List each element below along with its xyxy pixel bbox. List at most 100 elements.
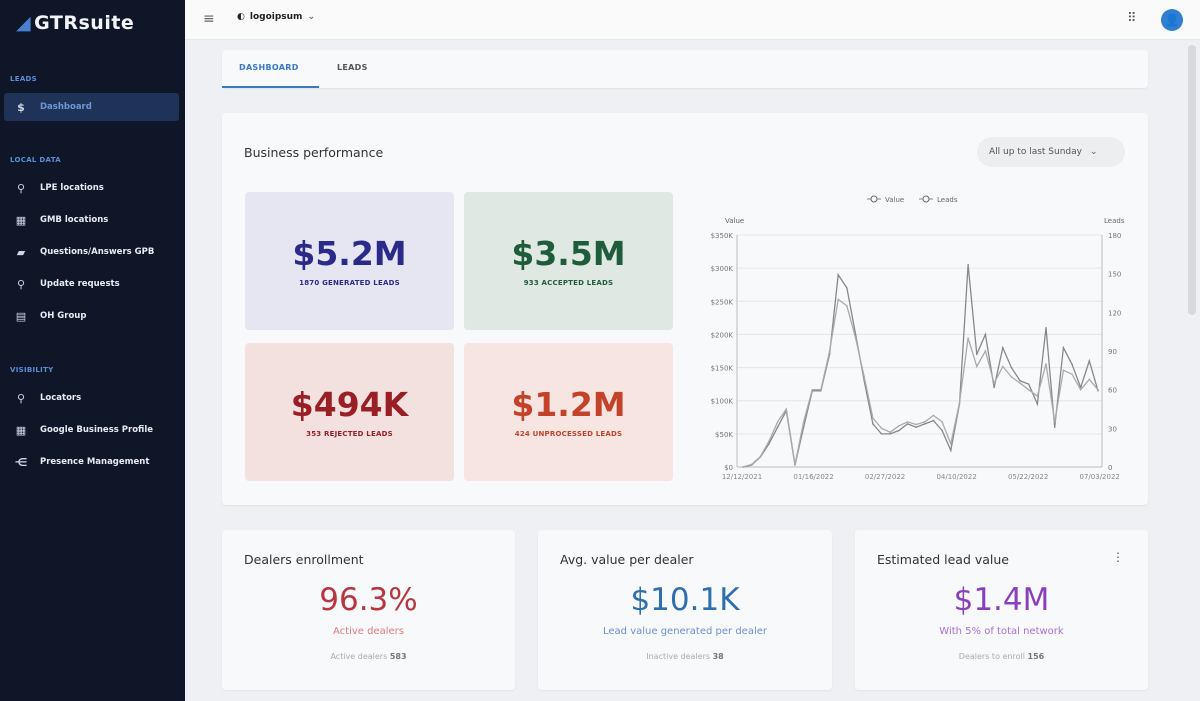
data-point	[898, 429, 900, 432]
series-line-value	[742, 264, 1099, 468]
card-subtitle: With 5% of total network	[939, 626, 1064, 637]
data-point	[759, 455, 762, 458]
y2-tick-label: 90	[1108, 348, 1117, 356]
card-footer: Inactive dealers 38	[538, 652, 832, 661]
data-point	[802, 421, 805, 423]
data-point	[1097, 388, 1099, 391]
data-point	[820, 388, 822, 391]
dealers-enrollment-card: Dealers enrollment 96.3% Active dealers …	[222, 530, 515, 690]
footer-value: 156	[1027, 652, 1045, 661]
sidebar-item-locators[interactable]: ⚲ Locators	[4, 384, 179, 412]
y2-tick-label: 60	[1108, 387, 1117, 395]
sidebar-item-questions-answers[interactable]: ▰ Questions/Answers GPB	[4, 238, 179, 266]
tab-leads[interactable]: LEADS	[337, 63, 368, 72]
y2-tick-label: 0	[1108, 464, 1112, 472]
x-tick-label: 07/03/2022	[1080, 473, 1120, 481]
scrollbar[interactable]	[1188, 45, 1196, 315]
card-title: Avg. value per dealer	[560, 552, 694, 567]
data-point	[967, 264, 969, 266]
data-point	[915, 426, 917, 429]
estimated-lead-value-card: Estimated lead value ⋮ $1.4M With 5% of …	[855, 530, 1148, 690]
data-point	[1053, 426, 1056, 429]
kpi-label: 353 REJECTED LEADS	[306, 430, 393, 438]
data-point	[941, 429, 943, 432]
y2-tick-label: 30	[1108, 425, 1117, 433]
data-point	[984, 350, 987, 352]
data-point	[828, 350, 831, 352]
footer-label: Active dealers	[330, 652, 388, 661]
y-tick-label: $350K	[711, 232, 734, 240]
section-leads: LEADS	[10, 75, 38, 83]
sidebar-item-update-requests[interactable]: ⚲ Update requests	[4, 270, 179, 298]
pin-icon: ⚲	[16, 181, 26, 195]
menu-icon[interactable]: ≡	[203, 11, 215, 27]
data-point	[906, 423, 909, 425]
period-dropdown[interactable]: All up to last Sunday ⌄	[977, 137, 1125, 167]
data-point	[846, 305, 848, 307]
sidebar-item-lpe-locations[interactable]: ⚲ LPE locations	[4, 174, 179, 202]
x-tick-label: 04/10/2022	[936, 473, 976, 481]
avatar[interactable]: 👤	[1161, 9, 1183, 31]
x-tick-label: 12/12/2021	[722, 473, 762, 481]
y-tick-label: $50K	[715, 431, 733, 439]
data-point	[1062, 346, 1065, 349]
tree-icon: ⋲	[14, 455, 28, 469]
data-point	[811, 388, 814, 391]
kpi-value: $494K	[290, 385, 409, 424]
org-logo-icon: ◐	[237, 12, 245, 22]
x-tick-label: 01/16/2022	[793, 473, 833, 481]
top-bar: ≡ ◐ logoipsum ⌄ ⠿ 👤	[185, 0, 1200, 40]
kpi-label: 933 ACCEPTED LEADS	[523, 279, 614, 287]
apps-grid-icon[interactable]: ⠿	[1127, 11, 1137, 26]
more-options-icon[interactable]: ⋮	[1112, 550, 1124, 564]
data-point	[1019, 380, 1021, 382]
data-point	[872, 417, 874, 419]
data-point	[1071, 363, 1073, 366]
x-tick-label: 05/22/2022	[1008, 473, 1048, 481]
kpi-value: $1.2M	[511, 385, 626, 424]
org-selector[interactable]: ◐ logoipsum ⌄	[237, 12, 315, 22]
data-point	[924, 421, 926, 423]
sidebar-item-oh-group[interactable]: ▤ OH Group	[4, 302, 179, 330]
card-subtitle: Lead value generated per dealer	[603, 626, 767, 637]
brand-name: GTRsuite	[34, 12, 135, 34]
footer-value: 583	[389, 652, 407, 661]
sidebar-item-dashboard[interactable]: $ Dashboard	[4, 93, 179, 121]
footer-label: Dealers to enroll	[958, 652, 1025, 661]
y2-tick-label: 150	[1108, 271, 1121, 279]
data-point	[776, 421, 779, 423]
store-icon: ▦	[15, 213, 27, 227]
data-point	[1010, 375, 1013, 378]
data-point	[794, 463, 796, 466]
data-point	[1036, 395, 1039, 397]
card-subtitle: Active dealers	[333, 626, 404, 637]
store-icon: ▦	[15, 423, 27, 437]
card-value: $10.1K	[630, 582, 740, 618]
data-point	[941, 421, 943, 423]
data-point	[837, 298, 840, 301]
performance-line-chart: $0 $50K $100K $150K $200K $250K $300K $350K 0 30 6…	[711, 195, 1125, 481]
series-line-leads	[742, 298, 1099, 468]
tab-dashboard[interactable]: DASHBOARD	[239, 63, 299, 72]
sidebar-item-gmb-locations[interactable]: ▦ GMB locations	[4, 206, 179, 234]
data-point	[993, 382, 995, 385]
data-point	[776, 426, 779, 429]
sidebar: ◢ GTRsuite LEADS $ Dashboard LOCAL DATA ⚲ L…	[0, 0, 185, 701]
sidebar-item-google-business-profile[interactable]: ▦ Google Business Profile	[4, 416, 179, 444]
data-point	[1019, 382, 1021, 385]
kpi-label: 424 UNPROCESSED LEADS	[514, 430, 623, 438]
y-axis-title: Value	[725, 217, 744, 225]
data-point	[872, 423, 874, 425]
data-point	[889, 433, 891, 435]
sidebar-item-presence-management[interactable]: ⋲ Presence Management	[4, 448, 179, 476]
kpi-accepted: $3.5M 933 ACCEPTED LEADS	[464, 192, 673, 330]
y-tick-label: $300K	[711, 265, 734, 273]
data-point	[915, 423, 917, 426]
x-tick-label: 02/27/2022	[865, 473, 905, 481]
data-point	[984, 333, 987, 336]
avg-value-card: Avg. value per dealer $10.1K Lead value …	[538, 530, 832, 690]
data-point	[1053, 421, 1056, 423]
brand-logo[interactable]: ◢ GTRsuite	[16, 12, 134, 34]
card-value: 96.3%	[319, 582, 418, 618]
kpi-generated: $5.2M 1870 GENERATED LEADS	[245, 192, 454, 330]
